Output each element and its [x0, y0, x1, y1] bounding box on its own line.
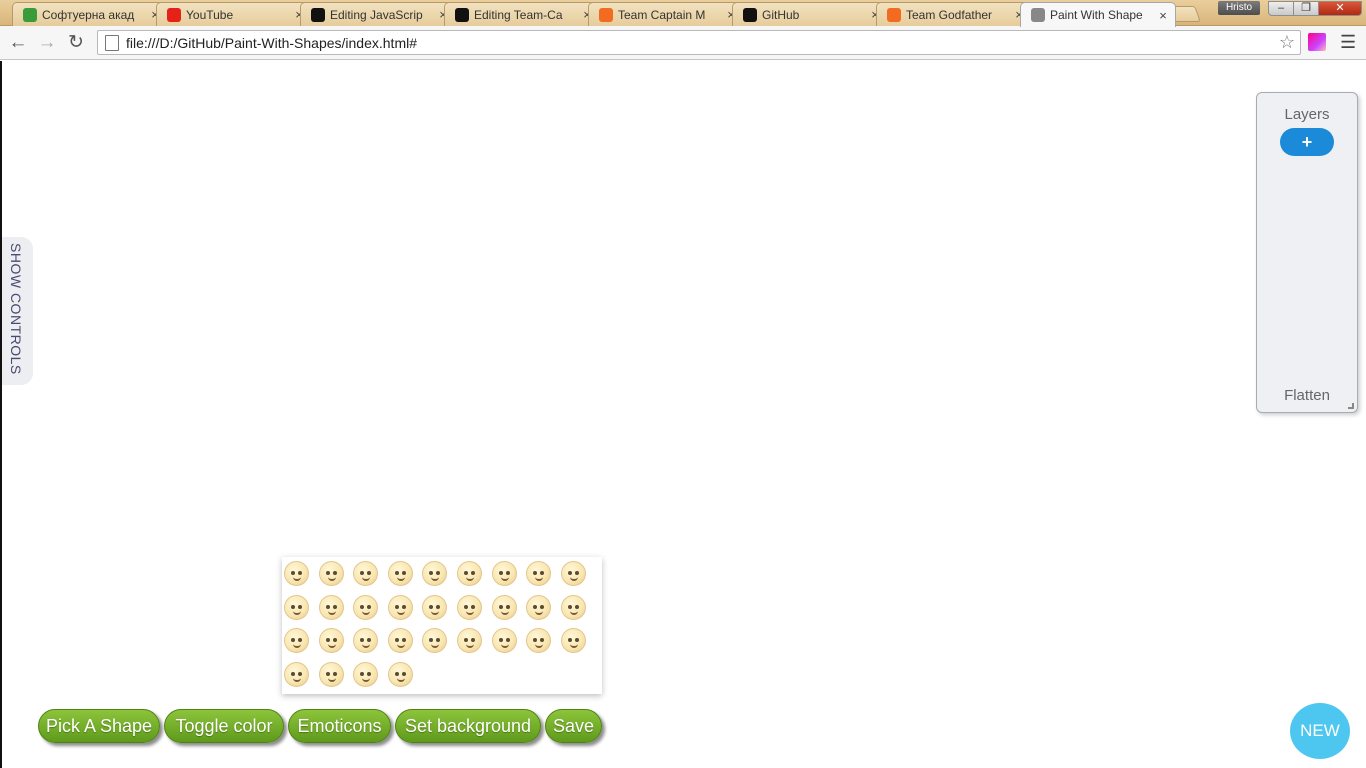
address-bar[interactable]: file:///D:/GitHub/Paint-With-Shapes/inde…	[97, 30, 1301, 55]
tab-title: Софтуерна акад	[42, 7, 135, 22]
emoticon-icon[interactable]	[457, 594, 482, 620]
flatten-button[interactable]: Flatten	[1257, 387, 1357, 404]
layers-panel: Layers + Flatten	[1256, 92, 1358, 413]
resize-grip-icon[interactable]	[1348, 403, 1354, 409]
layers-title: Layers	[1284, 106, 1330, 123]
tab-title: YouTube	[186, 7, 234, 22]
emoticon-icon[interactable]	[318, 661, 344, 687]
emoticon-icon[interactable]	[353, 594, 379, 620]
emoticon-icon[interactable]	[422, 561, 448, 586]
drawing-canvas[interactable]	[0, 61, 1366, 768]
bookmark-star-icon[interactable]: ☆	[1279, 32, 1295, 53]
telerik-icon	[887, 7, 901, 22]
browser-tab[interactable]: Team Godfather ×	[876, 2, 1032, 26]
forward-icon[interactable]: →	[35, 31, 59, 55]
browser-tab[interactable]: YouTube ×	[156, 2, 312, 26]
emoticon-icon[interactable]	[284, 628, 309, 653]
emoticon-icon[interactable]	[353, 628, 379, 653]
github-icon	[743, 7, 757, 22]
save-button[interactable]: Save	[545, 709, 602, 743]
emoticon-icon[interactable]	[318, 594, 344, 620]
tab-title: Team Godfather	[906, 7, 993, 22]
browser-tab[interactable]: Editing JavaScrip ×	[300, 2, 456, 26]
emoticon-icon[interactable]	[353, 561, 379, 586]
emoticon-icon[interactable]	[353, 661, 379, 687]
browser-tab[interactable]: Paint With Shape ×	[1020, 2, 1176, 27]
emoticon-icon[interactable]	[387, 594, 413, 620]
emoticon-icon[interactable]	[318, 628, 344, 653]
emoticon-icon[interactable]	[284, 561, 309, 586]
emoticon-icon[interactable]	[457, 561, 482, 586]
emoticon-icon[interactable]	[422, 594, 448, 620]
tab-strip: Софтуерна акад × YouTube × Editing JavaScrip…	[0, 0, 1366, 27]
browser-tab[interactable]: Софтуерна акад ×	[12, 2, 168, 26]
tab-title: Editing JavaScrip	[330, 7, 423, 22]
pick-shape-button[interactable]: Pick A Shape	[38, 709, 160, 743]
chrome-menu-icon[interactable]: ☰	[1340, 32, 1356, 53]
tab-title: Paint With Shape	[1050, 8, 1143, 22]
browser-tab[interactable]: GitHub ×	[732, 2, 888, 26]
emoticon-icon[interactable]	[457, 628, 482, 653]
emoticon-icon[interactable]	[526, 628, 552, 653]
tab-close-icon[interactable]: ×	[1157, 8, 1169, 23]
show-controls-toggle[interactable]: SHOW CONTROLS	[2, 237, 33, 385]
minimize-button[interactable]: –	[1268, 1, 1294, 16]
emoticon-icon[interactable]	[526, 594, 552, 620]
show-controls-label: SHOW CONTROLS	[8, 243, 24, 375]
browser-tab[interactable]: Editing Team-Ca ×	[444, 2, 600, 26]
github-icon	[455, 7, 469, 22]
emoticon-icon[interactable]	[387, 661, 413, 687]
emoticon-icon[interactable]	[560, 628, 586, 653]
set-background-button[interactable]: Set background	[395, 709, 541, 743]
tab-title: GitHub	[762, 7, 800, 22]
reload-icon[interactable]: ↻	[64, 31, 88, 55]
emoticon-icon[interactable]	[491, 561, 517, 586]
browser-tab[interactable]: Team Captain M ×	[588, 2, 744, 26]
telerik-icon	[599, 7, 613, 22]
tab-title: Editing Team-Ca	[474, 7, 563, 22]
emoticon-panel	[282, 557, 602, 694]
add-layer-button[interactable]: +	[1280, 128, 1334, 156]
browser-toolbar: ← → ↻ file:///D:/GitHub/Paint-With-Shape…	[0, 26, 1366, 60]
emoticons-button[interactable]: Emoticons	[288, 709, 391, 743]
page-border	[0, 61, 2, 768]
emoticon-icon[interactable]	[318, 561, 344, 586]
emoticon-icon[interactable]	[491, 628, 517, 653]
emoticon-icon[interactable]	[526, 561, 552, 586]
emoticon-icon[interactable]	[491, 594, 517, 620]
profile-button[interactable]: Hristo	[1218, 1, 1260, 15]
page-icon	[105, 34, 119, 51]
emoticon-icon[interactable]	[560, 594, 586, 620]
emoticon-icon[interactable]	[422, 628, 448, 653]
extension-icon[interactable]	[1308, 33, 1326, 51]
emoticon-icon[interactable]	[560, 561, 586, 586]
github-icon	[311, 7, 325, 22]
emoticon-icon[interactable]	[284, 594, 309, 620]
toggle-color-button[interactable]: Toggle color	[164, 709, 284, 743]
tab-title: Team Captain M	[618, 7, 706, 22]
new-button[interactable]: NEW	[1290, 703, 1350, 759]
back-icon[interactable]: ←	[6, 31, 30, 55]
emoticon-icon[interactable]	[284, 661, 309, 687]
softuni-icon	[23, 7, 37, 22]
window-close-button[interactable]: ✕	[1318, 1, 1362, 16]
youtube-icon	[167, 7, 181, 22]
emoticon-icon[interactable]	[387, 628, 413, 653]
emoticon-icon[interactable]	[387, 561, 413, 586]
page-icon	[1031, 8, 1045, 22]
address-url[interactable]: file:///D:/GitHub/Paint-With-Shapes/inde…	[126, 35, 1279, 51]
maximize-button[interactable]: ❐	[1293, 1, 1319, 16]
